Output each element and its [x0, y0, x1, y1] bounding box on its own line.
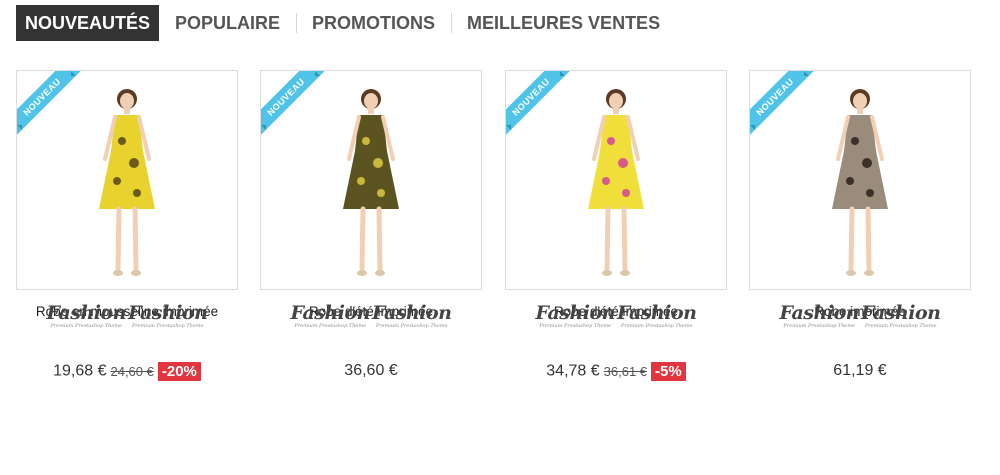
brand-logo: Fashion Premium Prestashop Theme — [779, 302, 860, 329]
ribbon-fold — [315, 71, 320, 76]
ribbon-fold — [804, 71, 809, 76]
product-thumbnail[interactable]: NOUVEAU — [16, 70, 238, 290]
brand-logo-tagline: Premium Prestashop Theme — [783, 323, 856, 329]
brand-logo: Fashion Premium Prestashop Theme — [290, 302, 371, 329]
price-row: 34,78 €36,61 € -5% — [505, 362, 727, 381]
product-price: 19,68 € — [53, 362, 107, 380]
ribbon-fold — [750, 125, 755, 130]
brand-logo-word: Fashion — [779, 302, 860, 324]
discount-badge: -5% — [651, 362, 686, 381]
tab-nouveautes[interactable]: NOUVEAUTÉS — [16, 5, 160, 41]
brand-logo-word: Fashion — [535, 302, 616, 324]
brand-logo-word: Fashion — [46, 302, 127, 324]
product-thumbnail[interactable]: NOUVEAU — [260, 70, 482, 290]
ribbon-fold — [506, 125, 511, 130]
brand-logo: Fashion Premium Prestashop Theme — [861, 302, 941, 329]
new-ribbon: NOUVEAU — [261, 71, 328, 139]
ribbon-fold — [560, 71, 565, 76]
brand-logo-word: Fashion — [372, 302, 452, 324]
brand-logo-word: Fashion — [290, 302, 371, 324]
brand-logo-word: Fashion — [128, 302, 208, 324]
product-tabs: NOUVEAUTÉS POPULAIRE PROMOTIONS MEILLEUR… — [16, 5, 676, 41]
brand-logo: Fashion Premium Prestashop Theme — [372, 302, 452, 329]
brand-logo-tagline: Premium Prestashop Theme — [131, 323, 204, 329]
brand-logo: Fashion Premium Prestashop Theme — [128, 302, 208, 329]
price-row: 36,60 € — [260, 362, 482, 380]
product-card[interactable]: NOUVEAU Robe d'été imprimée — [505, 70, 727, 319]
ribbon-fold — [17, 125, 22, 130]
old-price: 36,61 € — [603, 363, 648, 379]
tab-meilleures-ventes[interactable]: MEILLEURES VENTES — [451, 5, 676, 41]
product-image[interactable] — [810, 81, 910, 281]
brand-logos: Fashion Premium Prestashop Theme Fashion… — [16, 302, 238, 329]
product-price: 61,19 € — [833, 362, 887, 379]
ribbon-fold — [261, 125, 266, 130]
brand-logo-tagline: Premium Prestashop Theme — [620, 323, 693, 329]
ribbon-fold — [71, 71, 76, 76]
brand-logo-word: Fashion — [617, 302, 697, 324]
old-price: 24,60 € — [110, 363, 154, 379]
brand-logos: Fashion Premium Prestashop Theme Fashion… — [260, 302, 482, 329]
brand-logo: Fashion Premium Prestashop Theme — [617, 302, 697, 329]
product-image[interactable] — [566, 81, 666, 281]
price-row: 19,68 €24,60 € -20% — [16, 362, 238, 381]
brand-logo-tagline: Premium Prestashop Theme — [294, 323, 367, 329]
product-price: 36,60 € — [344, 362, 398, 379]
brand-logo-tagline: Premium Prestashop Theme — [539, 323, 612, 329]
tab-promotions[interactable]: PROMOTIONS — [296, 5, 451, 41]
brand-logos: Fashion Premium Prestashop Theme Fashion… — [749, 302, 971, 329]
tab-populaire[interactable]: POPULAIRE — [159, 5, 296, 41]
new-ribbon: NOUVEAU — [506, 71, 573, 139]
product-thumbnail[interactable]: NOUVEAU — [505, 70, 727, 290]
brand-logo: Fashion Premium Prestashop Theme — [535, 302, 616, 329]
new-ribbon: NOUVEAU — [17, 71, 84, 139]
new-ribbon: NOUVEAU — [750, 71, 817, 139]
price-row: 61,19 € — [749, 362, 971, 380]
brand-logo-tagline: Premium Prestashop Theme — [864, 323, 937, 329]
brand-logo-tagline: Premium Prestashop Theme — [375, 323, 448, 329]
product-image[interactable] — [77, 81, 177, 281]
product-price: 34,78 € — [546, 362, 600, 380]
brand-logo: Fashion Premium Prestashop Theme — [46, 302, 127, 329]
product-image[interactable] — [321, 81, 421, 281]
product-card[interactable]: NOUVEAU Robe d'été imprimée — [260, 70, 482, 319]
brand-logo-tagline: Premium Prestashop Theme — [50, 323, 123, 329]
discount-badge: -20% — [157, 362, 201, 381]
brand-logo-word: Fashion — [861, 302, 941, 324]
product-thumbnail[interactable]: NOUVEAU — [749, 70, 971, 290]
brand-logos: Fashion Premium Prestashop Theme Fashion… — [505, 302, 727, 329]
product-card[interactable]: NOUVEAU Robe imprimée — [749, 70, 971, 319]
product-card[interactable]: NOUVEAU Robe en mousseline imprimée — [16, 70, 238, 319]
